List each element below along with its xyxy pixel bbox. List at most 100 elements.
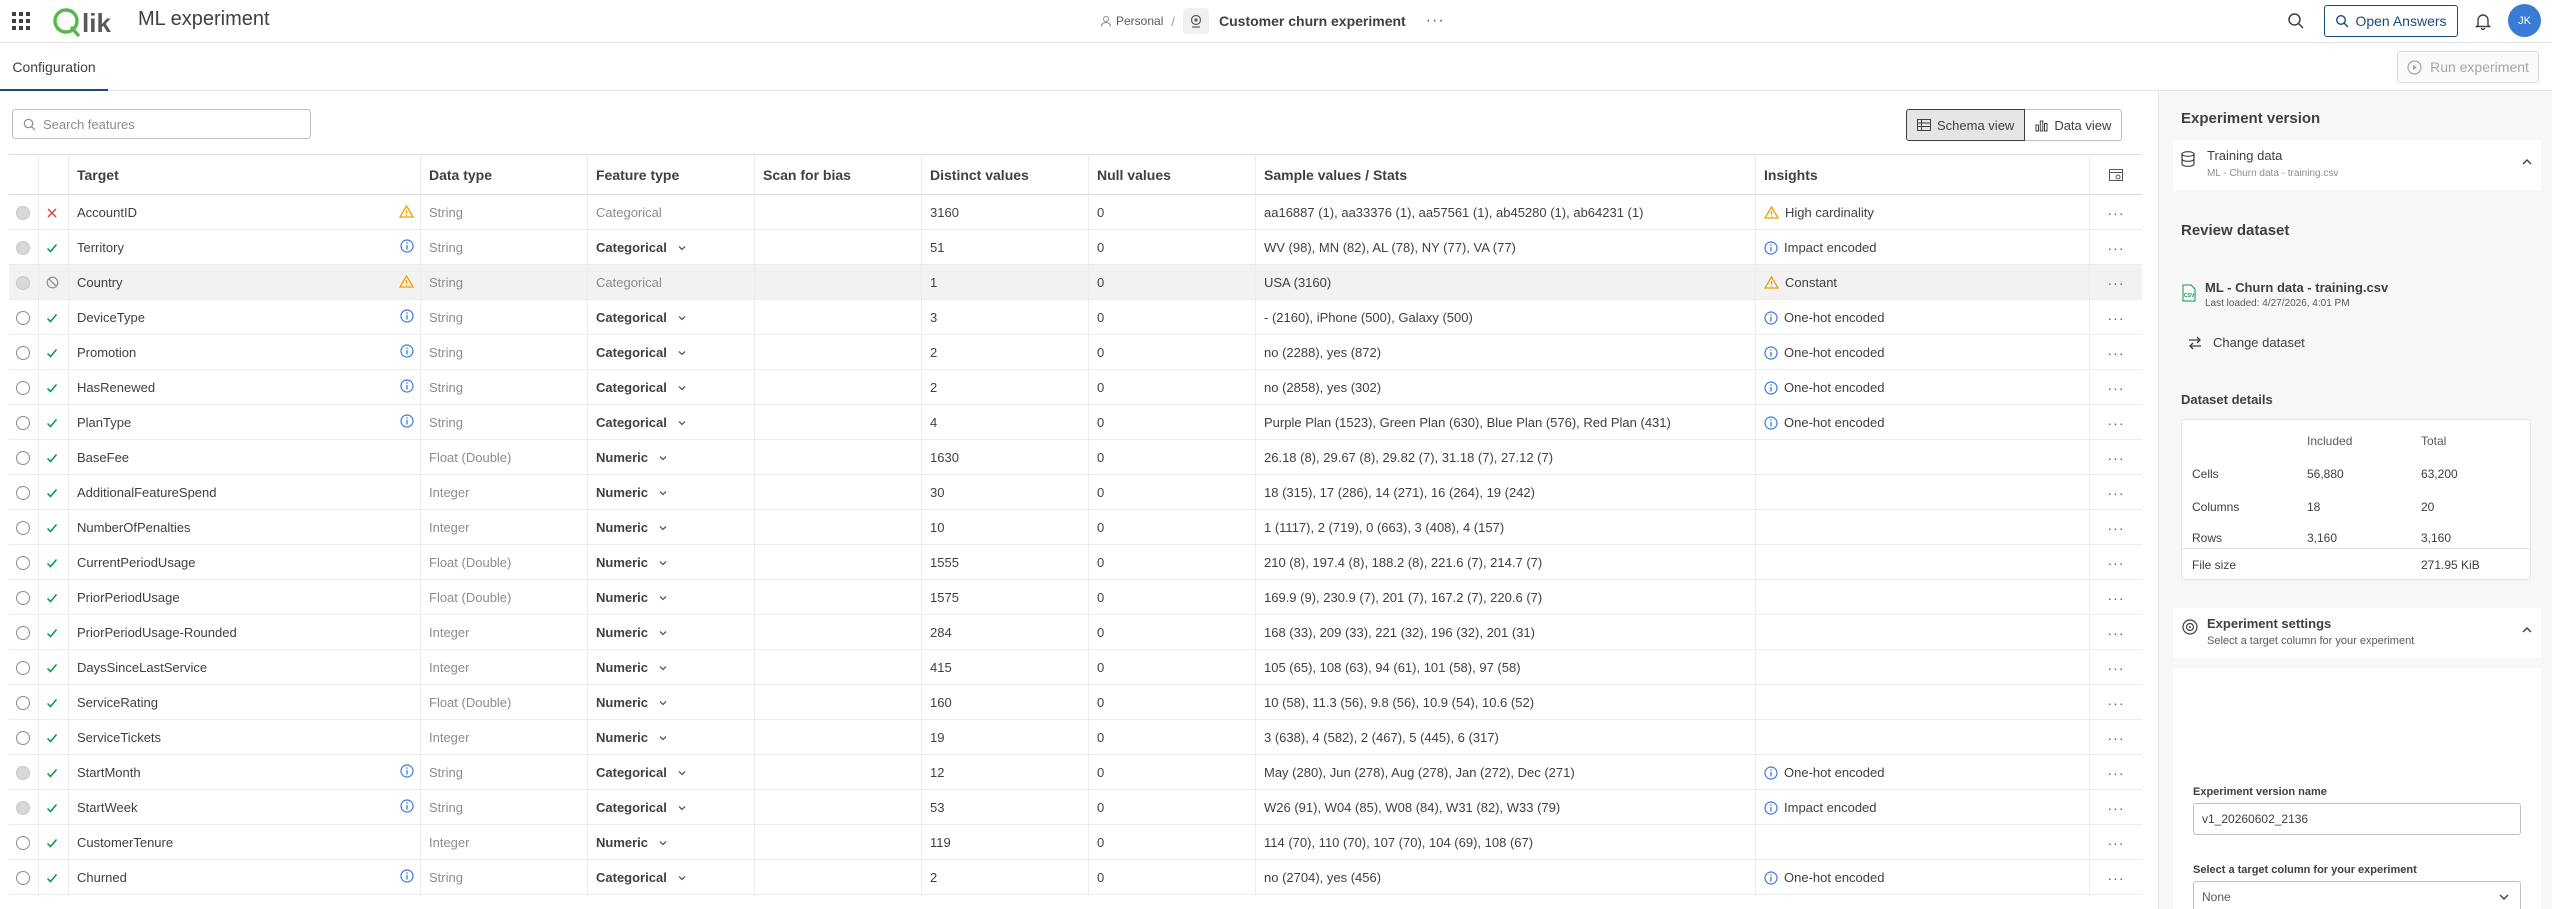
table-row[interactable]: DaysSinceLastService Integer Numeric 415…	[9, 650, 2142, 685]
table-row[interactable]: ServiceRating Float (Double) Numeric 160…	[9, 685, 2142, 720]
row-more-button[interactable]: ···	[2090, 265, 2142, 300]
row-target-cell[interactable]: Country	[69, 265, 421, 300]
row-feature-type-cell[interactable]: Categorical	[588, 370, 755, 405]
feature-info[interactable]	[400, 239, 414, 256]
row-feature-type-cell[interactable]: Categorical	[588, 790, 755, 825]
header-scan-for-bias[interactable]: Scan for bias	[755, 155, 922, 195]
run-experiment-button[interactable]: Run experiment	[2397, 51, 2539, 83]
feature-type-dropdown[interactable]: Numeric	[596, 625, 668, 640]
table-row[interactable]: BaseFee Float (Double) Numeric 1630 0 26…	[9, 440, 2142, 475]
row-select-cell[interactable]	[9, 370, 39, 405]
feature-type-dropdown[interactable]: Numeric	[596, 520, 668, 535]
row-target-cell[interactable]: ServiceRating	[69, 685, 421, 720]
row-feature-type-cell[interactable]: Categorical	[588, 335, 755, 370]
row-radio[interactable]	[16, 275, 30, 290]
version-name-input[interactable]: v1_20260602_2136	[2193, 803, 2521, 835]
row-radio[interactable]	[16, 345, 30, 360]
table-row[interactable]: DeviceType String Categorical 3 0 - (216…	[9, 300, 2142, 335]
table-row[interactable]: AdditionalFeatureSpend Integer Numeric 3…	[9, 475, 2142, 510]
row-more-button[interactable]: ···	[2090, 755, 2142, 790]
table-row[interactable]: Churned String Categorical 2 0 no (2704)…	[9, 860, 2142, 895]
row-feature-type-cell[interactable]: Categorical	[588, 860, 755, 895]
row-select-cell[interactable]	[9, 825, 39, 860]
table-row[interactable]: PriorPeriodUsage-Rounded Integer Numeric…	[9, 615, 2142, 650]
row-target-cell[interactable]: PlanType	[69, 405, 421, 440]
row-feature-type-cell[interactable]: Categorical	[588, 300, 755, 335]
row-more-button[interactable]: ···	[2090, 615, 2142, 650]
table-row[interactable]: PlanType String Categorical 4 0 Purple P…	[9, 405, 2142, 440]
row-select-cell[interactable]	[9, 790, 39, 825]
table-row[interactable]: ServiceTickets Integer Numeric 19 0 3 (6…	[9, 720, 2142, 755]
row-target-cell[interactable]: ServiceTickets	[69, 720, 421, 755]
notifications-bell-icon[interactable]	[2474, 12, 2492, 30]
row-select-cell[interactable]	[9, 440, 39, 475]
row-radio[interactable]	[16, 205, 30, 220]
table-row[interactable]: StartMonth String Categorical 12 0 May (…	[9, 755, 2142, 790]
row-more-button[interactable]: ···	[2090, 790, 2142, 825]
row-target-cell[interactable]: Promotion	[69, 335, 421, 370]
header-sample-values[interactable]: Sample values / Stats	[1256, 155, 1756, 195]
row-more-button[interactable]: ···	[2090, 440, 2142, 475]
row-more-button[interactable]: ···	[2090, 405, 2142, 440]
row-radio[interactable]	[16, 730, 30, 745]
row-more-button[interactable]: ···	[2090, 300, 2142, 335]
feature-type-dropdown[interactable]: Categorical	[596, 345, 687, 360]
row-more-button[interactable]: ···	[2090, 195, 2142, 230]
feature-type-dropdown[interactable]: Categorical	[596, 800, 687, 815]
header-distinct-values[interactable]: Distinct values	[922, 155, 1089, 195]
row-target-cell[interactable]: CurrentPeriodUsage	[69, 545, 421, 580]
row-select-cell[interactable]	[9, 685, 39, 720]
table-row[interactable]: NumberOfPenalties Integer Numeric 10 0 1…	[9, 510, 2142, 545]
row-target-cell[interactable]: CustomerTenure	[69, 825, 421, 860]
feature-info[interactable]	[400, 764, 414, 781]
target-column-select[interactable]: None	[2193, 881, 2521, 909]
row-more-button[interactable]: ···	[2090, 510, 2142, 545]
row-target-cell[interactable]: DaysSinceLastService	[69, 650, 421, 685]
row-radio[interactable]	[16, 625, 30, 640]
row-radio[interactable]	[16, 800, 30, 815]
row-more-button[interactable]: ···	[2090, 860, 2142, 895]
table-row[interactable]: CurrentPeriodUsage Float (Double) Numeri…	[9, 545, 2142, 580]
feature-type-dropdown[interactable]: Numeric	[596, 450, 668, 465]
row-feature-type-cell[interactable]: Numeric	[588, 720, 755, 755]
row-radio[interactable]	[16, 415, 30, 430]
open-answers-button[interactable]: Open Answers	[2324, 5, 2458, 37]
qlik-logo[interactable]: lik	[50, 2, 125, 40]
row-more-button[interactable]: ···	[2090, 545, 2142, 580]
row-select-cell[interactable]	[9, 300, 39, 335]
header-null-values[interactable]: Null values	[1089, 155, 1256, 195]
feature-type-dropdown[interactable]: Categorical	[596, 870, 687, 885]
row-select-cell[interactable]	[9, 475, 39, 510]
table-row[interactable]: CustomerTenure Integer Numeric 119 0 114…	[9, 825, 2142, 860]
row-more-button[interactable]: ···	[2090, 230, 2142, 265]
feature-type-dropdown[interactable]: Numeric	[596, 695, 668, 710]
row-select-cell[interactable]	[9, 230, 39, 265]
row-more-button[interactable]: ···	[2090, 825, 2142, 860]
row-feature-type-cell[interactable]: Numeric	[588, 615, 755, 650]
row-feature-type-cell[interactable]: Categorical	[588, 755, 755, 790]
chevron-up-icon[interactable]	[2521, 156, 2533, 168]
row-radio[interactable]	[16, 765, 30, 780]
row-radio[interactable]	[16, 870, 30, 885]
feature-type-dropdown[interactable]: Categorical	[596, 380, 687, 395]
row-feature-type-cell[interactable]: Numeric	[588, 825, 755, 860]
row-target-cell[interactable]: HasRenewed	[69, 370, 421, 405]
feature-type-dropdown[interactable]: Categorical	[596, 765, 687, 780]
table-row[interactable]: Country String Categorical 1 0 USA (3160…	[9, 265, 2142, 300]
table-row[interactable]: AccountID String Categorical 3160 0 aa16…	[9, 195, 2142, 230]
row-feature-type-cell[interactable]: Numeric	[588, 510, 755, 545]
feature-type-dropdown[interactable]: Numeric	[596, 730, 668, 745]
row-more-button[interactable]: ···	[2090, 720, 2142, 755]
row-radio[interactable]	[16, 450, 30, 465]
feature-info[interactable]	[398, 204, 415, 221]
row-more-button[interactable]: ···	[2090, 335, 2142, 370]
table-row[interactable]: HasRenewed String Categorical 2 0 no (28…	[9, 370, 2142, 405]
header-column-settings[interactable]	[2090, 155, 2142, 195]
feature-info[interactable]	[400, 344, 414, 361]
row-target-cell[interactable]: Churned	[69, 860, 421, 895]
search-features-box[interactable]	[12, 109, 311, 139]
row-feature-type-cell[interactable]: Numeric	[588, 475, 755, 510]
feature-info[interactable]	[398, 274, 415, 291]
feature-info[interactable]	[400, 379, 414, 396]
row-select-cell[interactable]	[9, 405, 39, 440]
